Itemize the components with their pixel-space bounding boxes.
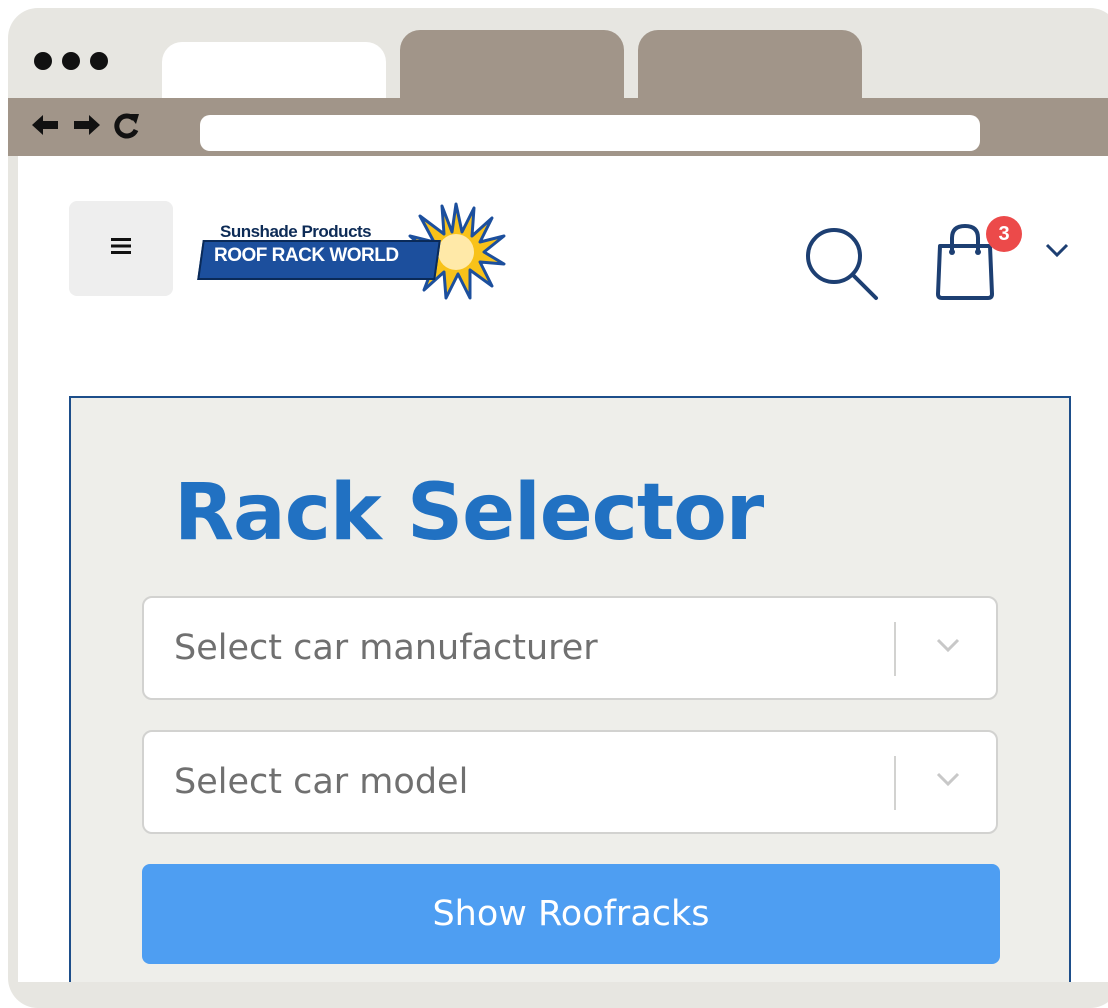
site-logo[interactable]: Sunshade Products ROOF RACK WORLD xyxy=(197,202,506,302)
chevron-down-icon[interactable] xyxy=(934,636,962,659)
page-content: Sunshade Products ROOF RACK WORLD 3 Rack… xyxy=(18,156,1108,982)
menu-icon xyxy=(111,237,131,260)
window-dot[interactable] xyxy=(34,52,52,70)
logo-wordmark: ROOF RACK WORLD xyxy=(214,245,399,266)
select-divider xyxy=(894,756,896,810)
forward-arrow-icon[interactable] xyxy=(70,111,104,144)
car-model-select[interactable]: Select car model xyxy=(142,730,998,834)
search-icon[interactable] xyxy=(802,224,882,309)
cart-count-badge: 3 xyxy=(986,216,1022,252)
back-arrow-icon[interactable] xyxy=(28,111,62,144)
browser-window: Sunshade Products ROOF RACK WORLD 3 Rack… xyxy=(8,8,1108,1008)
menu-button[interactable] xyxy=(69,201,173,296)
chevron-down-icon[interactable] xyxy=(1044,242,1070,263)
chevron-down-icon[interactable] xyxy=(934,770,962,793)
browser-tab[interactable] xyxy=(400,30,624,106)
select-placeholder: Select car manufacturer xyxy=(174,628,598,668)
rack-selector-title: Rack Selector xyxy=(174,468,764,558)
window-controls xyxy=(34,52,108,70)
window-dot[interactable] xyxy=(90,52,108,70)
select-divider xyxy=(894,622,896,676)
show-roofracks-button[interactable]: Show Roofracks xyxy=(142,864,1000,964)
reload-icon[interactable] xyxy=(112,110,142,145)
car-manufacturer-select[interactable]: Select car manufacturer xyxy=(142,596,998,700)
rack-selector-panel: Rack Selector Select car manufacturer Se… xyxy=(69,396,1071,982)
select-placeholder: Select car model xyxy=(174,762,469,802)
window-dot[interactable] xyxy=(62,52,80,70)
browser-tab[interactable] xyxy=(638,30,862,106)
browser-toolbar xyxy=(8,98,1108,156)
browser-tab-active[interactable] xyxy=(162,42,386,106)
logo-tagline: Sunshade Products xyxy=(220,222,372,241)
address-bar[interactable] xyxy=(200,115,980,151)
